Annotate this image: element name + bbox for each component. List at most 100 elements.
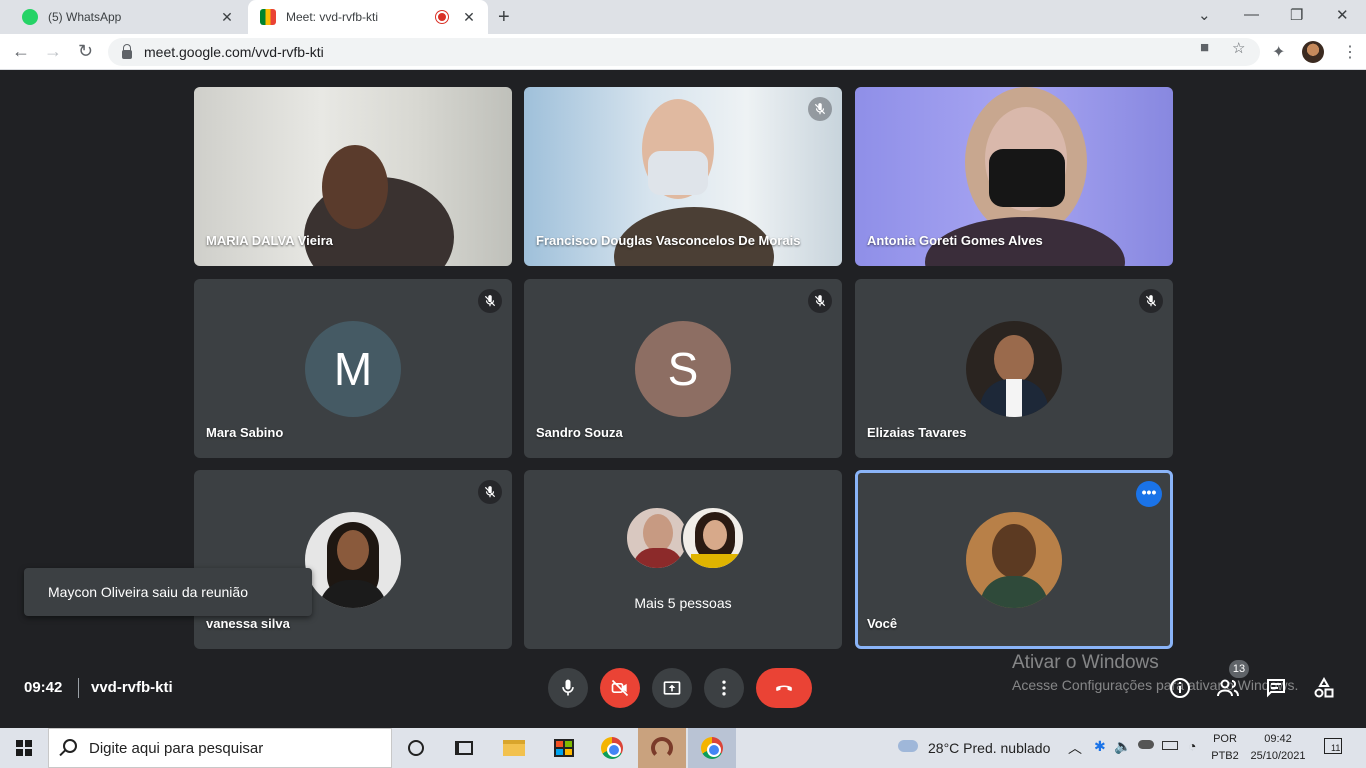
participant-name: Antonia Goreti Gomes Alves [867,233,1043,248]
participant-tile[interactable]: Antonia Goreti Gomes Alves [855,87,1173,266]
tab-title: Meet: vvd-rvfb-kti [286,10,379,24]
recording-icon [436,11,448,23]
camera-icon[interactable]: ■ [1200,39,1209,56]
chevron-up-icon[interactable]: ︿ [1068,738,1082,758]
participant-tile[interactable]: S Sandro Souza [524,279,842,458]
camera-off-icon [611,679,629,697]
more-options-button[interactable] [704,668,744,708]
tab-search-icon[interactable]: ⌄ [1198,6,1211,24]
forward-icon[interactable]: → [44,41,62,62]
close-tab-icon[interactable]: ✕ [458,9,480,26]
participant-mask [989,149,1065,207]
restore-button[interactable]: ❐ [1290,6,1303,24]
participant-photo [305,512,401,608]
weather-icon[interactable] [896,735,918,752]
extensions-icon[interactable]: ✦ [1272,42,1285,62]
activation-watermark-title: Ativar o Windows [1012,652,1159,673]
battery-icon[interactable] [1162,741,1178,750]
meeting-time: 09:42 [24,679,63,696]
bookmark-star-icon[interactable]: ☆ [1232,39,1245,57]
tab-strip: (5) WhatsApp ✕ Meet: vvd-rvfb-kti ✕ + ⌄ … [0,0,1366,34]
participant-tile[interactable]: M Mara Sabino [194,279,512,458]
menu-icon[interactable]: ⋮ [1342,42,1358,62]
participant-tile[interactable]: vanessa silva [194,470,512,649]
camera-toggle-button[interactable] [600,668,640,708]
taskbar-search[interactable]: Digite aqui para pesquisar [48,728,392,768]
new-tab-button[interactable]: + [498,6,510,29]
mic-off-icon [478,480,502,504]
windows-start-icon[interactable] [16,740,32,756]
notification-count: 11 [1331,743,1341,753]
whatsapp-icon [22,9,38,25]
windows-taskbar: Digite aqui para pesquisar 28°C Pred. nu… [0,728,1366,768]
chat-icon[interactable] [1264,676,1288,700]
browser-toolbar: ← → ↻ meet.google.com/vvd-rvfb-kti ■ ☆ ✦… [0,34,1366,70]
present-icon [663,681,681,695]
participant-name: Francisco Douglas Vasconcelos De Morais [536,233,801,248]
activities-icon[interactable] [1312,676,1336,700]
hangup-icon [776,685,792,691]
participant-tile[interactable]: Mais 5 pessoas [524,470,842,649]
self-tile[interactable]: ••• Você [855,470,1173,649]
profile-avatar[interactable] [1302,41,1324,63]
onedrive-icon[interactable] [1138,740,1154,749]
participant-name: MARIA DALVA Vieira [206,233,333,248]
app-icon[interactable] [638,728,686,768]
wifi-icon[interactable]: ◔ [1188,738,1196,754]
reload-icon[interactable]: ↻ [78,41,93,62]
meeting-details-icon[interactable] [1168,676,1192,700]
participant-photo [681,506,745,570]
toast-text: Maycon Oliveira saiu da reunião [48,584,248,600]
chrome-icon[interactable] [588,728,636,768]
meeting-code: vvd-rvfb-kti [91,679,173,696]
language-code[interactable]: POR [1208,733,1242,745]
participant-tile[interactable]: Francisco Douglas Vasconcelos De Morais [524,87,842,266]
microphone-button[interactable] [548,668,588,708]
activation-watermark-text: Acesse Configurações para ativar o Windo… [1012,677,1299,693]
meet-icon [260,9,276,25]
participant-tile[interactable]: MARIA DALVA Vieira [194,87,512,266]
search-placeholder: Digite aqui para pesquisar [89,739,264,757]
clock-time[interactable]: 09:42 [1246,733,1310,745]
clock-date[interactable]: 25/10/2021 [1246,750,1310,762]
tab-whatsapp[interactable]: (5) WhatsApp ✕ [8,0,246,34]
leave-call-button[interactable] [756,668,812,708]
bluetooth-icon[interactable]: ✱ [1094,738,1106,755]
cortana-icon[interactable] [392,728,440,768]
mic-off-icon [478,289,502,313]
store-icon[interactable] [540,728,588,768]
back-icon[interactable]: ← [12,41,30,62]
address-bar[interactable]: meet.google.com/vvd-rvfb-kti [108,38,1260,66]
file-explorer-icon[interactable] [490,728,538,768]
close-tab-icon[interactable]: ✕ [216,9,238,26]
notification-toast: Maycon Oliveira saiu da reunião [24,568,312,616]
participant-name: vanessa silva [206,616,290,631]
volume-icon[interactable]: 🔈 [1114,738,1131,755]
notifications-icon[interactable]: 11 [1324,738,1342,754]
participant-photo [966,321,1062,417]
participant-photo [966,512,1062,608]
url-text: meet.google.com/vvd-rvfb-kti [144,44,324,60]
participant-name: Você [867,616,898,631]
mic-off-icon [808,289,832,313]
participant-photo [625,506,689,570]
participant-avatar: M [305,321,401,417]
more-people-label: Mais 5 pessoas [634,595,732,611]
microphone-icon [562,679,574,696]
chrome-active-icon[interactable] [688,728,736,768]
participant-face [322,145,388,229]
present-screen-button[interactable] [652,668,692,708]
weather-text[interactable]: 28°C Pred. nublado [928,740,1050,756]
more-options-icon[interactable]: ••• [1136,481,1162,507]
more-vert-icon [722,680,726,696]
participant-name: Sandro Souza [536,425,623,440]
participant-tile[interactable]: Elizaias Tavares [855,279,1173,458]
tab-meet[interactable]: Meet: vvd-rvfb-kti ✕ [248,0,488,34]
divider [78,678,79,698]
task-view-icon[interactable] [440,728,488,768]
minimize-button[interactable]: — [1244,6,1259,23]
keyboard-layout[interactable]: PTB2 [1208,750,1242,762]
participants-icon[interactable] [1216,676,1240,700]
close-window-button[interactable]: ✕ [1336,6,1349,24]
tab-title: (5) WhatsApp [48,10,122,24]
